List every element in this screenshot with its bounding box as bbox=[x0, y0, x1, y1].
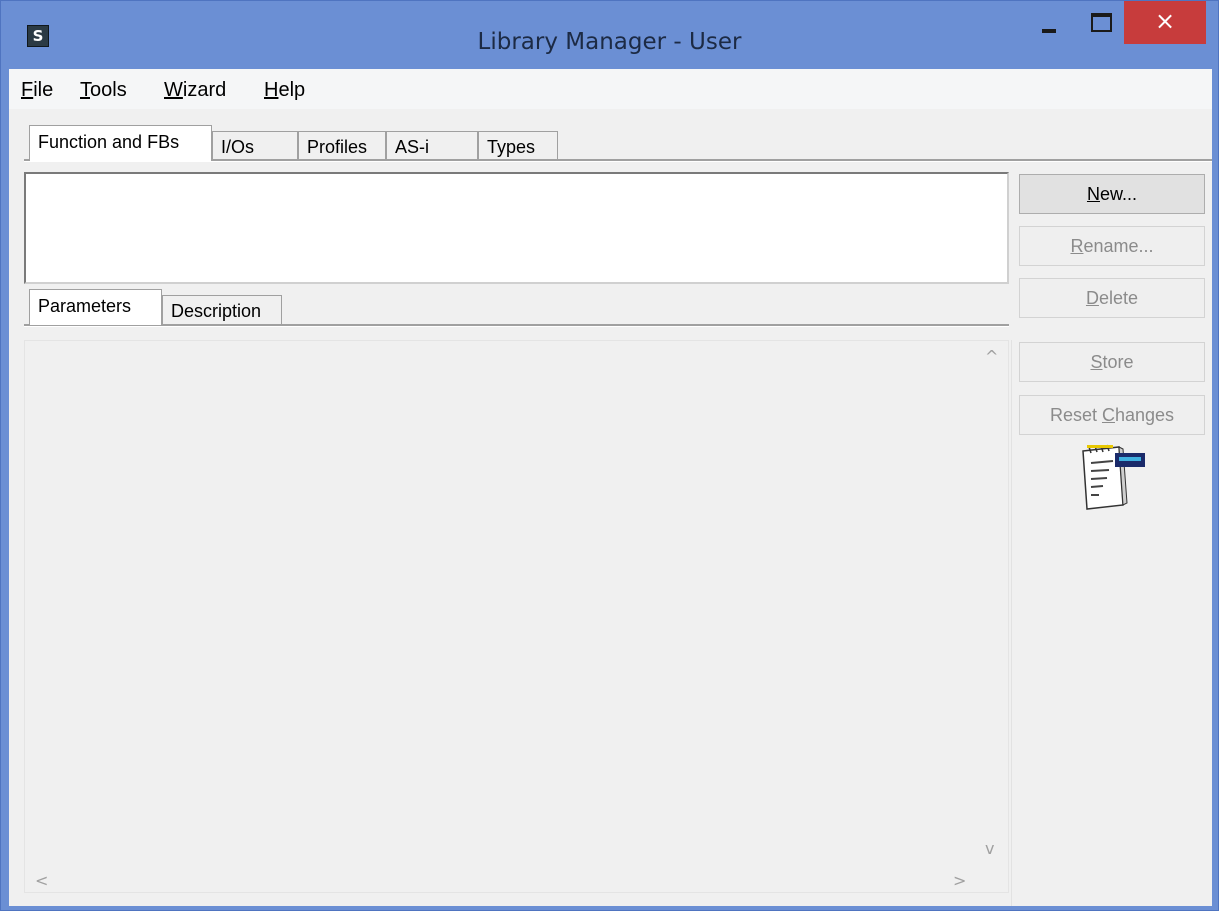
horizontal-scrollbar[interactable]: < > bbox=[25, 869, 977, 892]
scroll-right-icon[interactable]: > bbox=[953, 871, 966, 890]
scroll-left-icon[interactable]: < bbox=[35, 871, 48, 890]
tab-description[interactable]: Description bbox=[162, 295, 282, 325]
delete-button[interactable]: Delete bbox=[1019, 278, 1205, 318]
client-area: File Tools Wizard Help Function and FBs … bbox=[9, 69, 1212, 906]
scroll-up-icon[interactable]: ^ bbox=[985, 347, 998, 366]
bottom-tab-divider bbox=[24, 324, 1009, 327]
top-tab-row: Function and FBs I/Os Profiles AS-i Type… bbox=[9, 125, 1212, 161]
menu-tools[interactable]: Tools bbox=[80, 79, 127, 102]
new-button[interactable]: New... bbox=[1019, 174, 1205, 214]
reset-changes-button[interactable]: Reset Changes bbox=[1019, 395, 1205, 435]
scroll-down-icon[interactable]: v bbox=[985, 839, 994, 858]
tab-types[interactable]: Types bbox=[478, 131, 558, 161]
menu-bar: File Tools Wizard Help bbox=[9, 69, 1212, 109]
menu-help[interactable]: Help bbox=[264, 79, 305, 102]
parameters-panel[interactable]: ^ v < > bbox=[24, 340, 1009, 893]
tab-ios[interactable]: I/Os bbox=[212, 131, 298, 161]
function-list[interactable] bbox=[24, 172, 1009, 284]
menu-file[interactable]: File bbox=[21, 79, 53, 102]
tab-as-i[interactable]: AS-i bbox=[386, 131, 478, 161]
library-manager-window: S Library Manager - User × File Tools Wi… bbox=[0, 0, 1219, 911]
title-bar[interactable]: S Library Manager - User × bbox=[1, 1, 1218, 69]
store-button[interactable]: Store bbox=[1019, 342, 1205, 382]
close-icon[interactable]: × bbox=[1124, 1, 1206, 44]
rename-button[interactable]: Rename... bbox=[1019, 226, 1205, 266]
tab-parameters[interactable]: Parameters bbox=[29, 289, 162, 325]
vertical-scrollbar[interactable]: ^ v bbox=[975, 341, 1008, 869]
menu-wizard[interactable]: Wizard bbox=[164, 79, 226, 102]
bottom-tab-row: Parameters Description bbox=[9, 289, 1009, 325]
notepad-icon bbox=[1079, 443, 1149, 513]
minimize-icon[interactable] bbox=[1025, 1, 1071, 44]
tab-profiles[interactable]: Profiles bbox=[298, 131, 386, 161]
maximize-icon[interactable] bbox=[1077, 1, 1123, 44]
panel-divider bbox=[1011, 340, 1012, 906]
tab-function-and-fbs[interactable]: Function and FBs bbox=[29, 125, 212, 161]
